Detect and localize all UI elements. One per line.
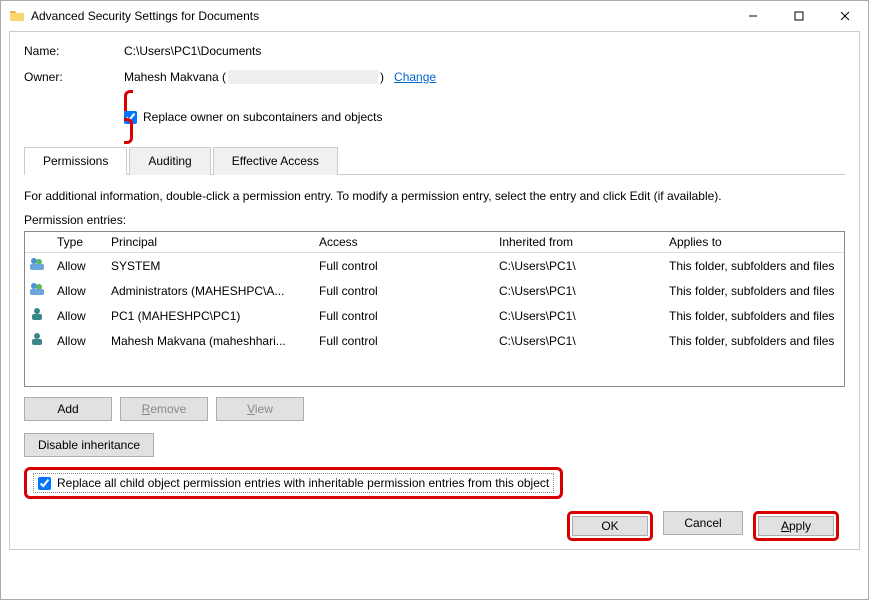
principal-icon bbox=[29, 256, 57, 275]
name-row: Name: C:\Users\PC1\Documents bbox=[24, 44, 845, 58]
replace-owner-label: Replace owner on subcontainers and objec… bbox=[143, 110, 382, 124]
entry-type: Allow bbox=[57, 284, 111, 298]
entry-access: Full control bbox=[319, 284, 499, 298]
apply-button[interactable]: Apply bbox=[758, 516, 834, 536]
name-label: Name: bbox=[24, 44, 124, 58]
entry-type: Allow bbox=[57, 259, 111, 273]
owner-row: Owner: Mahesh Makvana ( ) Change bbox=[24, 70, 845, 84]
principal-icon bbox=[29, 306, 57, 325]
replace-all-highlight: Replace all child object permission entr… bbox=[24, 467, 563, 499]
permission-entry-row[interactable]: AllowPC1 (MAHESHPC\PC1)Full controlC:\Us… bbox=[25, 303, 844, 328]
entry-inherited: C:\Users\PC1\ bbox=[499, 334, 669, 348]
add-button[interactable]: Add bbox=[24, 397, 112, 421]
entry-principal: SYSTEM bbox=[111, 259, 319, 273]
change-owner-link[interactable]: Change bbox=[394, 70, 436, 84]
permission-entry-row[interactable]: AllowSYSTEMFull controlC:\Users\PC1\This… bbox=[25, 253, 844, 278]
entry-buttons-row: Add Remove View bbox=[24, 397, 845, 421]
principal-icon bbox=[29, 331, 57, 350]
disable-inheritance-button[interactable]: Disable inheritance bbox=[24, 433, 154, 457]
cancel-button[interactable]: Cancel bbox=[663, 511, 743, 535]
ok-button[interactable]: OK bbox=[572, 516, 648, 536]
replace-all-label: Replace all child object permission entr… bbox=[57, 476, 549, 490]
permission-entry-row[interactable]: AllowMahesh Makvana (maheshhari...Full c… bbox=[25, 328, 844, 353]
titlebar: Advanced Security Settings for Documents bbox=[1, 1, 868, 31]
entry-type: Allow bbox=[57, 309, 111, 323]
replace-owner-checkbox[interactable] bbox=[124, 111, 137, 124]
entry-principal: PC1 (MAHESHPC\PC1) bbox=[111, 309, 319, 323]
entry-access: Full control bbox=[319, 309, 499, 323]
header-applies[interactable]: Applies to bbox=[669, 235, 840, 249]
tab-permissions[interactable]: Permissions bbox=[24, 147, 127, 175]
entry-type: Allow bbox=[57, 334, 111, 348]
entry-access: Full control bbox=[319, 334, 499, 348]
entry-inherited: C:\Users\PC1\ bbox=[499, 309, 669, 323]
window-controls bbox=[730, 1, 868, 31]
window-title: Advanced Security Settings for Documents bbox=[31, 9, 730, 23]
maximize-button[interactable] bbox=[776, 1, 822, 31]
view-button[interactable]: View bbox=[216, 397, 304, 421]
tab-bar: Permissions Auditing Effective Access bbox=[24, 146, 845, 175]
dialog-content: Name: C:\Users\PC1\Documents Owner: Mahe… bbox=[9, 31, 860, 550]
folder-icon bbox=[9, 8, 25, 24]
tab-auditing[interactable]: Auditing bbox=[129, 147, 210, 175]
entry-applies: This folder, subfolders and files bbox=[669, 334, 840, 348]
entry-applies: This folder, subfolders and files bbox=[669, 284, 840, 298]
dialog-buttons: OK Cancel Apply bbox=[24, 511, 845, 541]
remove-button[interactable]: Remove bbox=[120, 397, 208, 421]
owner-name-prefix: Mahesh Makvana ( bbox=[124, 70, 226, 84]
owner-label: Owner: bbox=[24, 70, 124, 84]
owner-redacted bbox=[228, 70, 378, 84]
owner-name-suffix: ) bbox=[380, 70, 384, 84]
owner-value: Mahesh Makvana ( ) Change bbox=[124, 70, 436, 84]
minimize-button[interactable] bbox=[730, 1, 776, 31]
entry-inherited: C:\Users\PC1\ bbox=[499, 259, 669, 273]
entry-principal: Administrators (MAHESHPC\A... bbox=[111, 284, 319, 298]
entry-applies: This folder, subfolders and files bbox=[669, 259, 840, 273]
name-value: C:\Users\PC1\Documents bbox=[124, 44, 261, 58]
entries-header: Type Principal Access Inherited from App… bbox=[25, 232, 844, 253]
apply-highlight: Apply bbox=[753, 511, 839, 541]
header-access[interactable]: Access bbox=[319, 235, 499, 249]
entries-label: Permission entries: bbox=[24, 213, 845, 227]
header-type[interactable]: Type bbox=[57, 235, 111, 249]
permission-entry-row[interactable]: AllowAdministrators (MAHESHPC\A...Full c… bbox=[25, 278, 844, 303]
entry-inherited: C:\Users\PC1\ bbox=[499, 284, 669, 298]
ok-highlight: OK bbox=[567, 511, 653, 541]
permission-entries-box: Type Principal Access Inherited from App… bbox=[24, 231, 845, 387]
close-button[interactable] bbox=[822, 1, 868, 31]
entry-principal: Mahesh Makvana (maheshhari... bbox=[111, 334, 319, 348]
header-principal[interactable]: Principal bbox=[111, 235, 319, 249]
entry-access: Full control bbox=[319, 259, 499, 273]
principal-icon bbox=[29, 281, 57, 300]
info-text: For additional information, double-click… bbox=[24, 189, 845, 203]
replace-all-checkbox[interactable] bbox=[38, 477, 51, 490]
tab-effective-access[interactable]: Effective Access bbox=[213, 147, 338, 175]
entry-applies: This folder, subfolders and files bbox=[669, 309, 840, 323]
replace-owner-highlight: Replace owner on subcontainers and objec… bbox=[124, 90, 845, 144]
header-inherited[interactable]: Inherited from bbox=[499, 235, 669, 249]
